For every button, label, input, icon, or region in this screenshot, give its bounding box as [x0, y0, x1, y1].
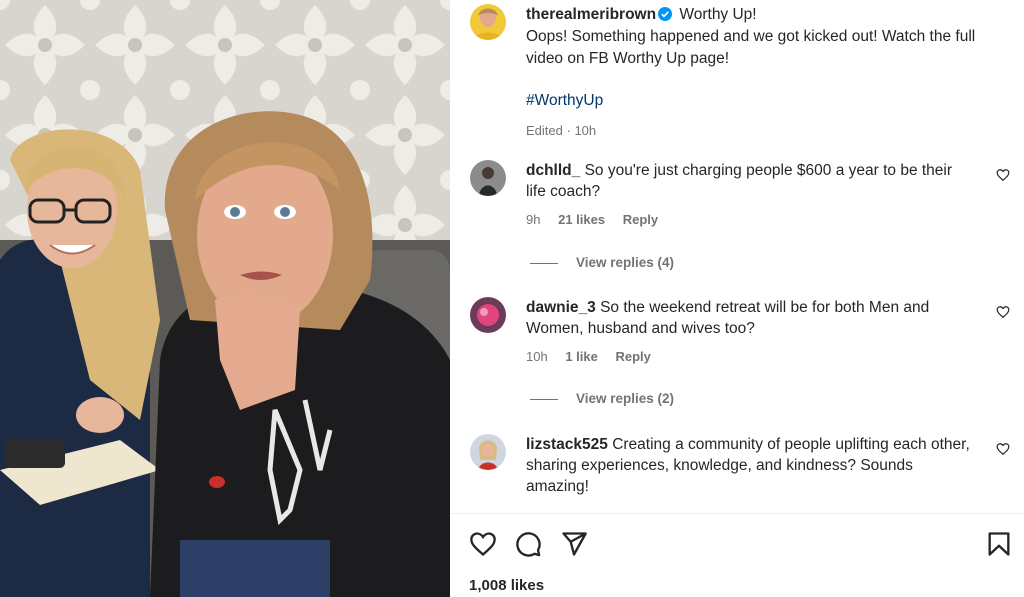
commenter-avatar[interactable] — [470, 434, 506, 470]
caption-title: Worthy Up! — [679, 6, 757, 23]
reply-button[interactable]: Reply — [615, 349, 650, 364]
replies-divider — [530, 398, 558, 400]
author-avatar[interactable] — [470, 4, 506, 40]
comment-time: 10h — [526, 349, 548, 364]
comment-item: dchlld_ So you're just charging people $… — [470, 160, 1010, 227]
commenter-avatar[interactable] — [470, 160, 506, 196]
comment-heart-icon[interactable] — [996, 442, 1010, 456]
post-media[interactable] — [0, 0, 450, 597]
caption-time: 10h — [574, 123, 597, 138]
comment-likes[interactable]: 21 likes — [558, 212, 605, 227]
comment-username[interactable]: lizstack525 — [526, 436, 608, 453]
view-replies-label: View replies (2) — [576, 391, 675, 406]
commenter-avatar[interactable] — [470, 297, 506, 333]
comment-meta: 9h 21 likes Reply — [526, 212, 1010, 227]
caption-meta: Edited · 10h — [526, 123, 597, 138]
view-replies-label: View replies (4) — [576, 255, 675, 270]
edited-label: Edited — [526, 123, 563, 138]
comment-body: So you're just charging people $600 a ye… — [526, 162, 953, 200]
comments-panel: therealmeribrown Worthy Up! Oops! Someth… — [450, 0, 1024, 597]
comment-heart-icon[interactable] — [996, 305, 1010, 319]
post-action-bar: 1,008 likes — [450, 513, 1024, 597]
comment-username[interactable]: dawnie_3 — [526, 299, 596, 316]
share-icon[interactable] — [560, 530, 588, 558]
view-replies-button[interactable]: View replies (2) — [530, 391, 674, 406]
author-username[interactable]: therealmeribrown — [526, 6, 656, 23]
likes-count[interactable]: 1,008 likes — [469, 577, 544, 594]
comment-time: 9h — [526, 212, 541, 227]
bookmark-icon[interactable] — [985, 530, 1013, 558]
caption-body: Oops! Something happened and we got kick… — [526, 28, 976, 67]
view-replies-button[interactable]: View replies (4) — [530, 255, 674, 270]
comment-text: lizstack525 Creating a community of peop… — [526, 434, 976, 497]
comment-username[interactable]: dchlld_ — [526, 162, 580, 179]
comment-likes[interactable]: 1 like — [565, 349, 598, 364]
comment-heart-icon[interactable] — [996, 168, 1010, 182]
caption-hashtag[interactable]: #WorthyUp — [526, 90, 1010, 112]
comment-item: dawnie_3 So the weekend retreat will be … — [470, 297, 1010, 364]
comment-text: dchlld_ So you're just charging people $… — [526, 160, 976, 202]
verified-badge-icon — [658, 6, 673, 21]
heart-icon[interactable] — [469, 530, 497, 558]
comment-meta: 10h 1 like Reply — [526, 349, 1010, 364]
post-caption: therealmeribrown Worthy Up! Oops! Someth… — [470, 4, 1010, 142]
comment-text: dawnie_3 So the weekend retreat will be … — [526, 297, 976, 339]
reply-button[interactable]: Reply — [623, 212, 658, 227]
replies-divider — [530, 262, 558, 264]
post-video-frame — [0, 0, 450, 597]
comment-icon[interactable] — [514, 530, 542, 558]
comment-item: lizstack525 Creating a community of peop… — [470, 434, 1010, 497]
